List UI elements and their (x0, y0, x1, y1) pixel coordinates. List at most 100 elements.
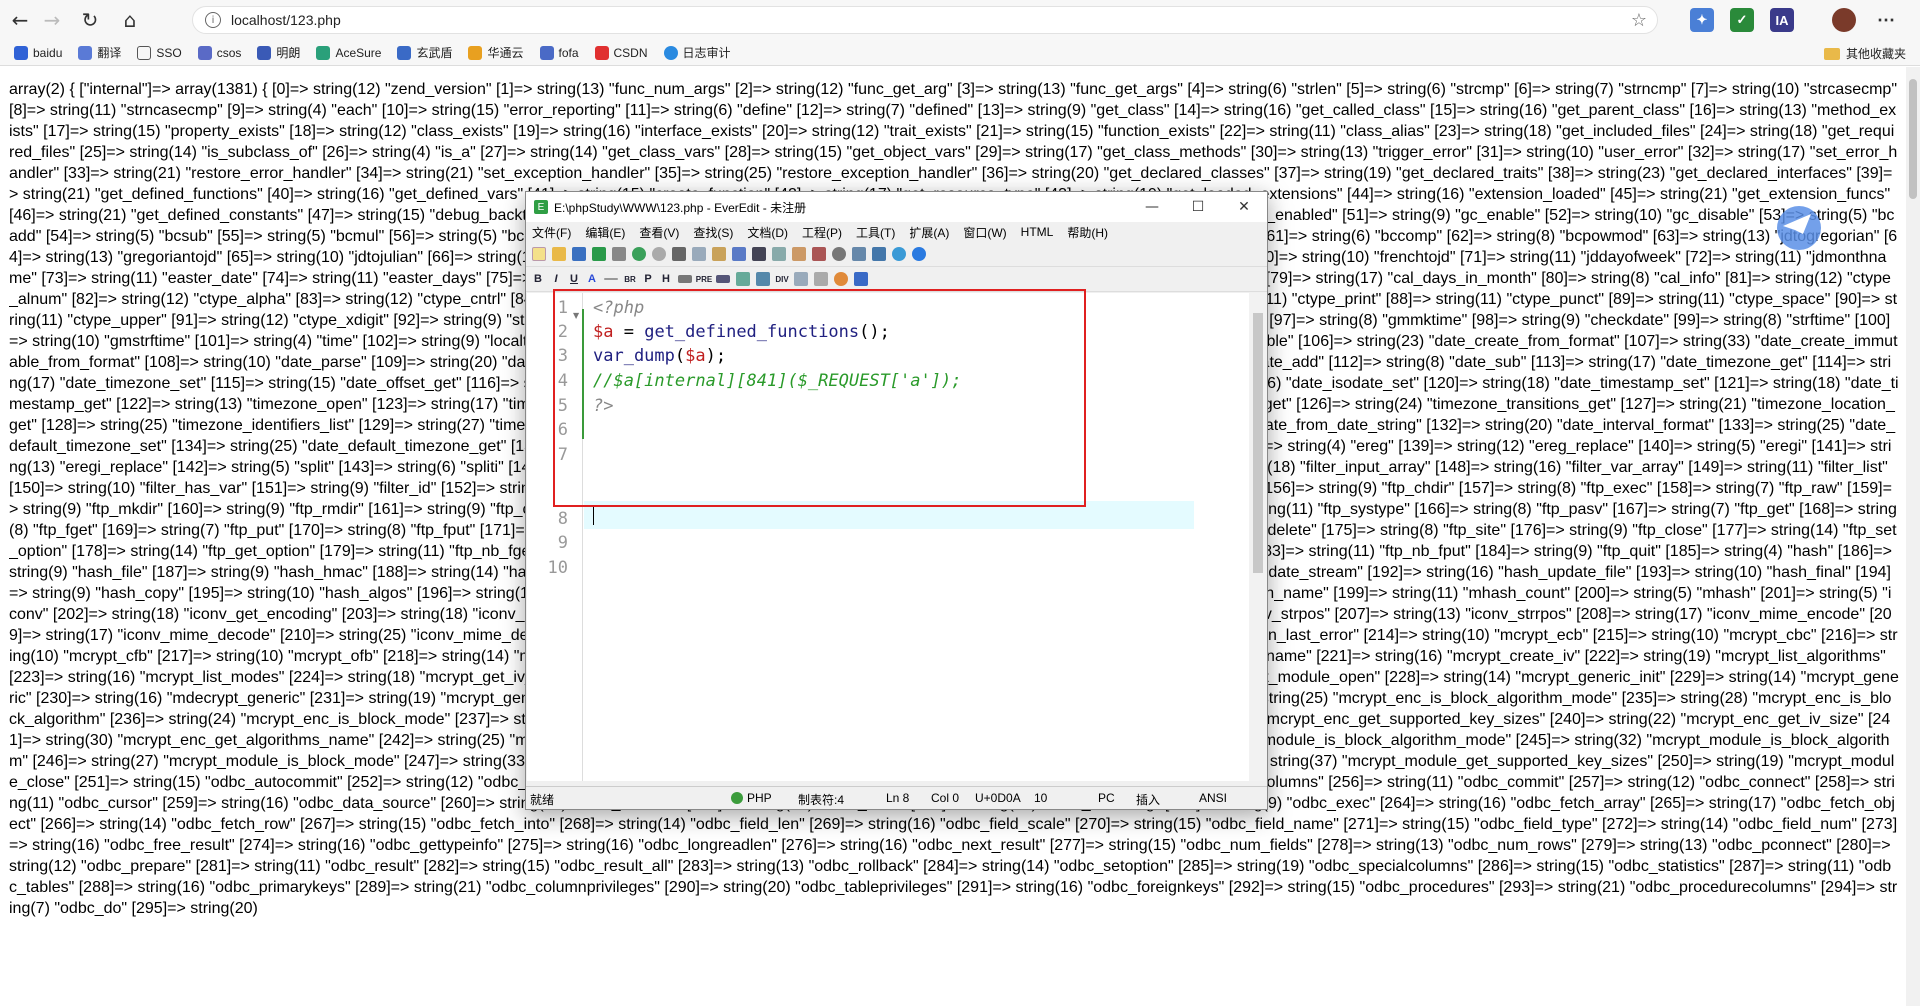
other-bookmarks[interactable]: 其他收藏夹 (1823, 45, 1906, 62)
menu-search[interactable]: 查找(S) (693, 224, 733, 241)
bookmark-item[interactable]: 翻译 (78, 44, 121, 61)
editor-toolbar-main (526, 242, 1267, 267)
find-in-files-icon[interactable] (792, 247, 806, 261)
maximize-icon[interactable]: ☐ (1175, 192, 1221, 222)
bookmark-item[interactable]: baidu (14, 45, 62, 60)
page-scrollbar-thumb[interactable] (1909, 79, 1917, 199)
status-insert-mode[interactable]: 插入 (1136, 791, 1160, 808)
menu-project[interactable]: 工程(P) (802, 224, 842, 241)
status-eol[interactable]: PC (1098, 791, 1115, 805)
browser-icon[interactable] (892, 247, 906, 261)
split-view-icon[interactable] (872, 247, 886, 261)
page-scrollbar[interactable] (1906, 67, 1920, 1006)
extension-ia-icon[interactable]: IA (1770, 8, 1794, 32)
link-icon[interactable] (756, 272, 770, 286)
help-icon[interactable] (912, 247, 926, 261)
bookmark-csdn-icon (594, 45, 609, 60)
bold-icon[interactable]: B (532, 272, 544, 286)
status-tab-size[interactable]: 制表符:4 (798, 791, 844, 808)
site-info-icon[interactable]: i (205, 12, 221, 28)
br-icon[interactable]: BR (624, 272, 636, 286)
editor-title: E:\phpStudy\WWW\123.php - EverEdit - 未注册 (554, 200, 807, 215)
home-icon[interactable]: ⌂ (110, 0, 150, 40)
menu-help[interactable]: 帮助(H) (1067, 224, 1108, 241)
pre-icon[interactable]: PRE (696, 272, 712, 286)
find-icon[interactable] (752, 247, 766, 261)
format-icon[interactable] (732, 247, 746, 261)
bookmark-shield-icon (197, 45, 212, 60)
bookmark-item[interactable]: 明朗 (257, 44, 300, 61)
favorite-star-icon[interactable]: ☆ (1631, 10, 1647, 31)
hr-icon[interactable] (604, 278, 618, 280)
form-icon[interactable] (814, 272, 828, 286)
run-icon[interactable] (832, 247, 846, 261)
close-icon[interactable]: ✕ (1221, 192, 1267, 222)
div-icon[interactable]: DIV (775, 272, 788, 286)
folder-icon (1823, 47, 1840, 60)
menu-html[interactable]: HTML (1021, 225, 1054, 239)
underline-icon[interactable]: U (568, 272, 580, 286)
heading-icon[interactable]: H (660, 272, 672, 286)
bookmark-item[interactable]: 日志审计 (663, 44, 731, 61)
list-icon[interactable] (716, 275, 730, 283)
align-icon[interactable] (678, 275, 692, 283)
italic-icon[interactable]: I (550, 272, 562, 286)
bookmark-item[interactable]: SSO (137, 45, 182, 60)
image-icon[interactable] (736, 272, 750, 286)
menu-extensions[interactable]: 扩展(A) (909, 224, 949, 241)
new-file-icon[interactable] (532, 247, 546, 261)
paste-icon[interactable] (712, 247, 726, 261)
bookmark-item[interactable]: fofa (539, 45, 579, 60)
floating-bird-icon[interactable] (1771, 204, 1827, 252)
reload-icon[interactable]: ↻ (70, 0, 110, 40)
color-picker-icon[interactable] (834, 272, 848, 286)
extension-shield-icon[interactable]: ✓ (1730, 8, 1754, 32)
open-folder-icon[interactable] (552, 247, 566, 261)
menu-window[interactable]: 窗口(W) (963, 224, 1006, 241)
cut-icon[interactable] (672, 247, 686, 261)
line-number: 8 (557, 509, 568, 529)
profile-avatar[interactable] (1832, 8, 1856, 32)
forward-icon[interactable]: → (32, 0, 72, 40)
menu-view[interactable]: 查看(V) (639, 224, 679, 241)
bookmark-star-icon (316, 45, 331, 60)
status-column: Col 0 (931, 791, 960, 805)
undo-icon[interactable] (632, 247, 646, 261)
address-bar[interactable]: i localhost/123.php ☆ (192, 6, 1658, 34)
minimize-icon[interactable]: — (1129, 192, 1175, 222)
bookmark-item[interactable]: 玄武盾 (397, 44, 452, 61)
print-icon[interactable] (612, 247, 626, 261)
editor-scrollbar-thumb[interactable] (1253, 313, 1263, 573)
bookmark-item[interactable]: AceSure (316, 45, 381, 60)
editor-menubar: 文件(F) 编辑(E) 查看(V) 查找(S) 文档(D) 工程(P) 工具(T… (526, 222, 1267, 242)
bookmark-item[interactable]: 华通云 (468, 44, 524, 61)
macro-icon[interactable] (812, 247, 826, 261)
editor-scrollbar[interactable] (1249, 293, 1267, 781)
table-icon[interactable] (794, 272, 808, 286)
status-language[interactable]: PHP (731, 791, 772, 805)
status-encoding[interactable]: ANSI (1199, 791, 1227, 805)
more-menu-icon[interactable]: ⋯ (1874, 8, 1898, 32)
menu-file[interactable]: 文件(F) (532, 224, 571, 241)
redo-icon[interactable] (652, 247, 666, 261)
save-icon[interactable] (572, 247, 586, 261)
menu-document[interactable]: 文档(D) (747, 224, 788, 241)
browser-toolbar: ← → ↻ ⌂ i localhost/123.php ☆ ✦ ✓ IA ⋯ (0, 0, 1920, 40)
status-size: 10 (1034, 791, 1048, 805)
bookmark-log-icon (663, 45, 678, 60)
replace-icon[interactable] (772, 247, 786, 261)
bookmark-item[interactable]: csos (197, 45, 241, 60)
extension-bird-icon[interactable]: ✦ (1690, 8, 1714, 32)
save-all-icon[interactable] (592, 247, 606, 261)
paragraph-icon[interactable]: P (642, 272, 654, 286)
menu-tools[interactable]: 工具(T) (856, 224, 895, 241)
bookmark-shield-icon (257, 45, 272, 60)
font-color-icon[interactable]: A (586, 272, 598, 286)
preview-icon[interactable] (854, 272, 868, 286)
copy-icon[interactable] (692, 247, 706, 261)
menu-edit[interactable]: 编辑(E) (585, 224, 625, 241)
status-line: Ln 8 (886, 791, 910, 805)
url-text: localhost/123.php (231, 12, 341, 28)
bookmark-item[interactable]: CSDN (594, 45, 648, 60)
view-icon[interactable] (852, 247, 866, 261)
